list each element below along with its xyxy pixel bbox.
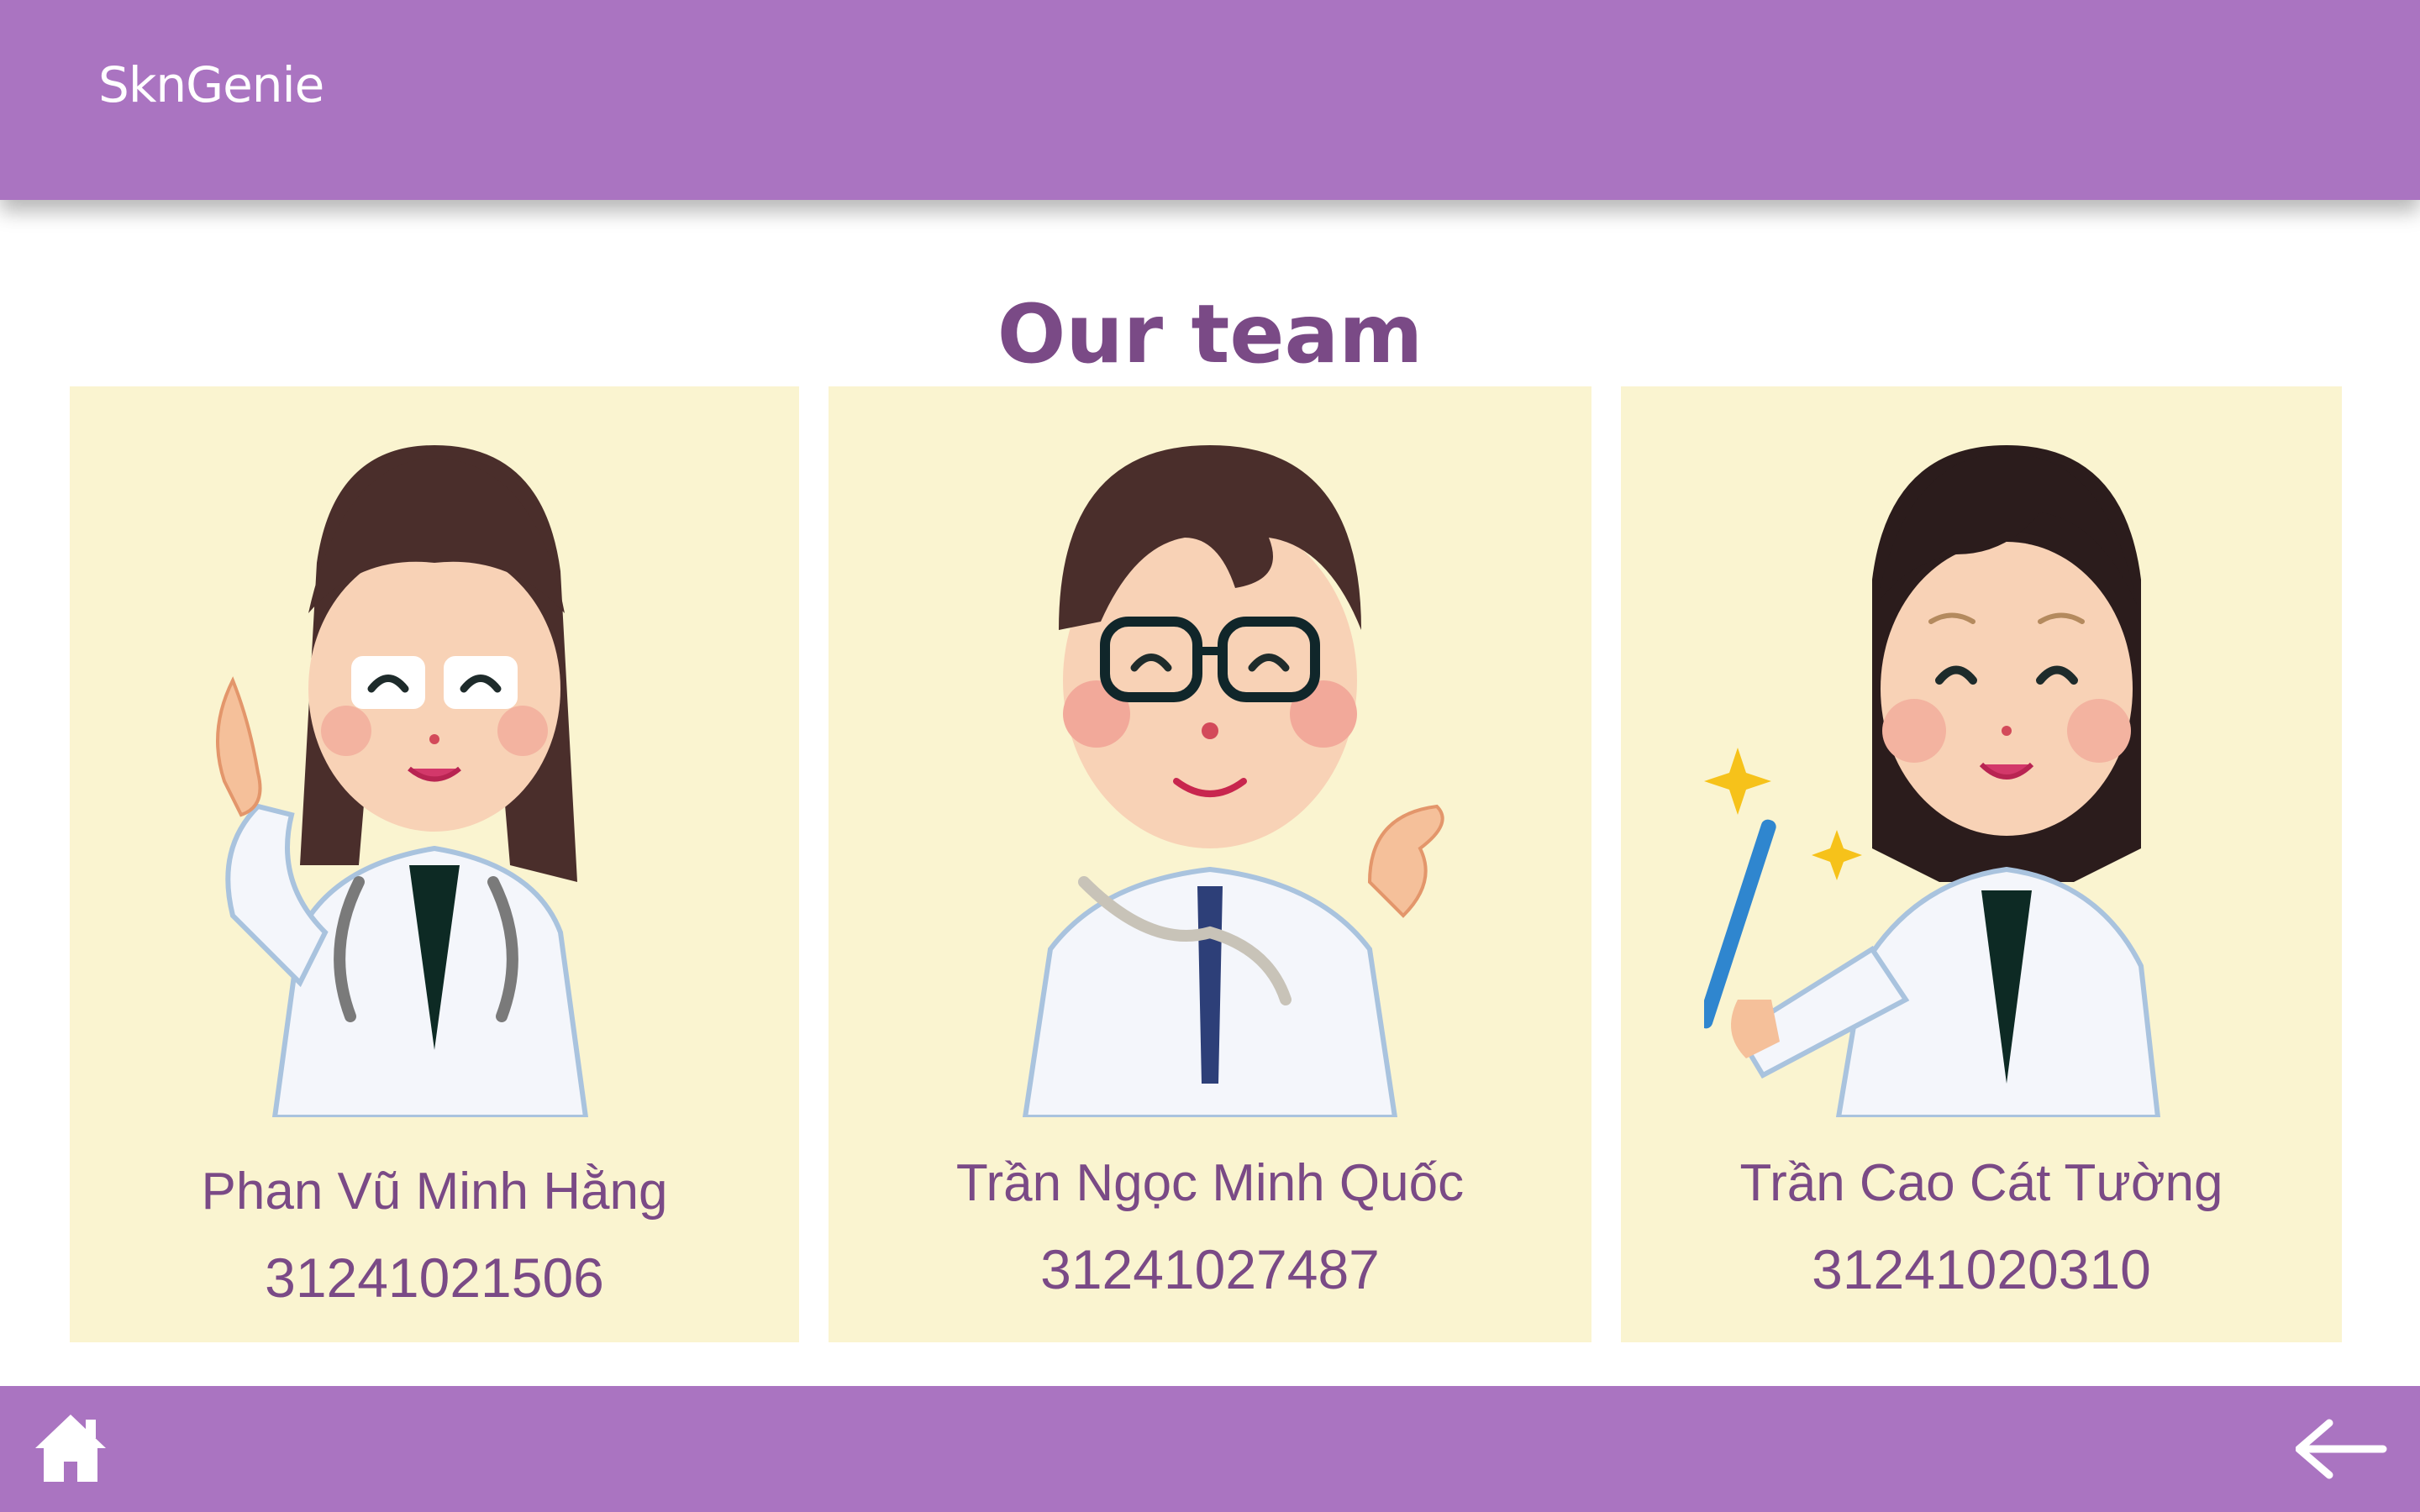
home-button[interactable] [32, 1410, 109, 1487]
team-member-card: Phan Vũ Minh Hằng 31241021506 [70, 386, 799, 1342]
doctor-illustration-female-glasses [157, 412, 712, 1117]
member-student-id: 31241027487 [1040, 1238, 1380, 1300]
top-app-bar: SknGenie [0, 0, 2420, 200]
member-name: Trần Ngọc Minh Quốc [955, 1154, 1465, 1212]
member-name: Phan Vũ Minh Hằng [201, 1163, 668, 1221]
arrow-left-icon [2296, 1419, 2387, 1479]
bottom-nav-bar [0, 1386, 2420, 1512]
dentist-illustration-female-toothbrush [1704, 412, 2259, 1117]
app-brand[interactable]: SknGenie [98, 60, 324, 109]
member-student-id: 31241021506 [265, 1247, 604, 1309]
page-title: Our team [997, 287, 1423, 382]
home-icon [35, 1415, 106, 1482]
member-student-id: 31241020310 [1812, 1238, 2151, 1300]
member-name: Trần Cao Cát Tường [1739, 1154, 2223, 1212]
team-member-card: Trần Cao Cát Tường 31241020310 [1621, 386, 2342, 1342]
back-button[interactable] [2296, 1418, 2388, 1480]
team-member-card: Trần Ngọc Minh Quốc 31241027487 [829, 386, 1591, 1342]
doctor-illustration-male-glasses [933, 412, 1487, 1117]
